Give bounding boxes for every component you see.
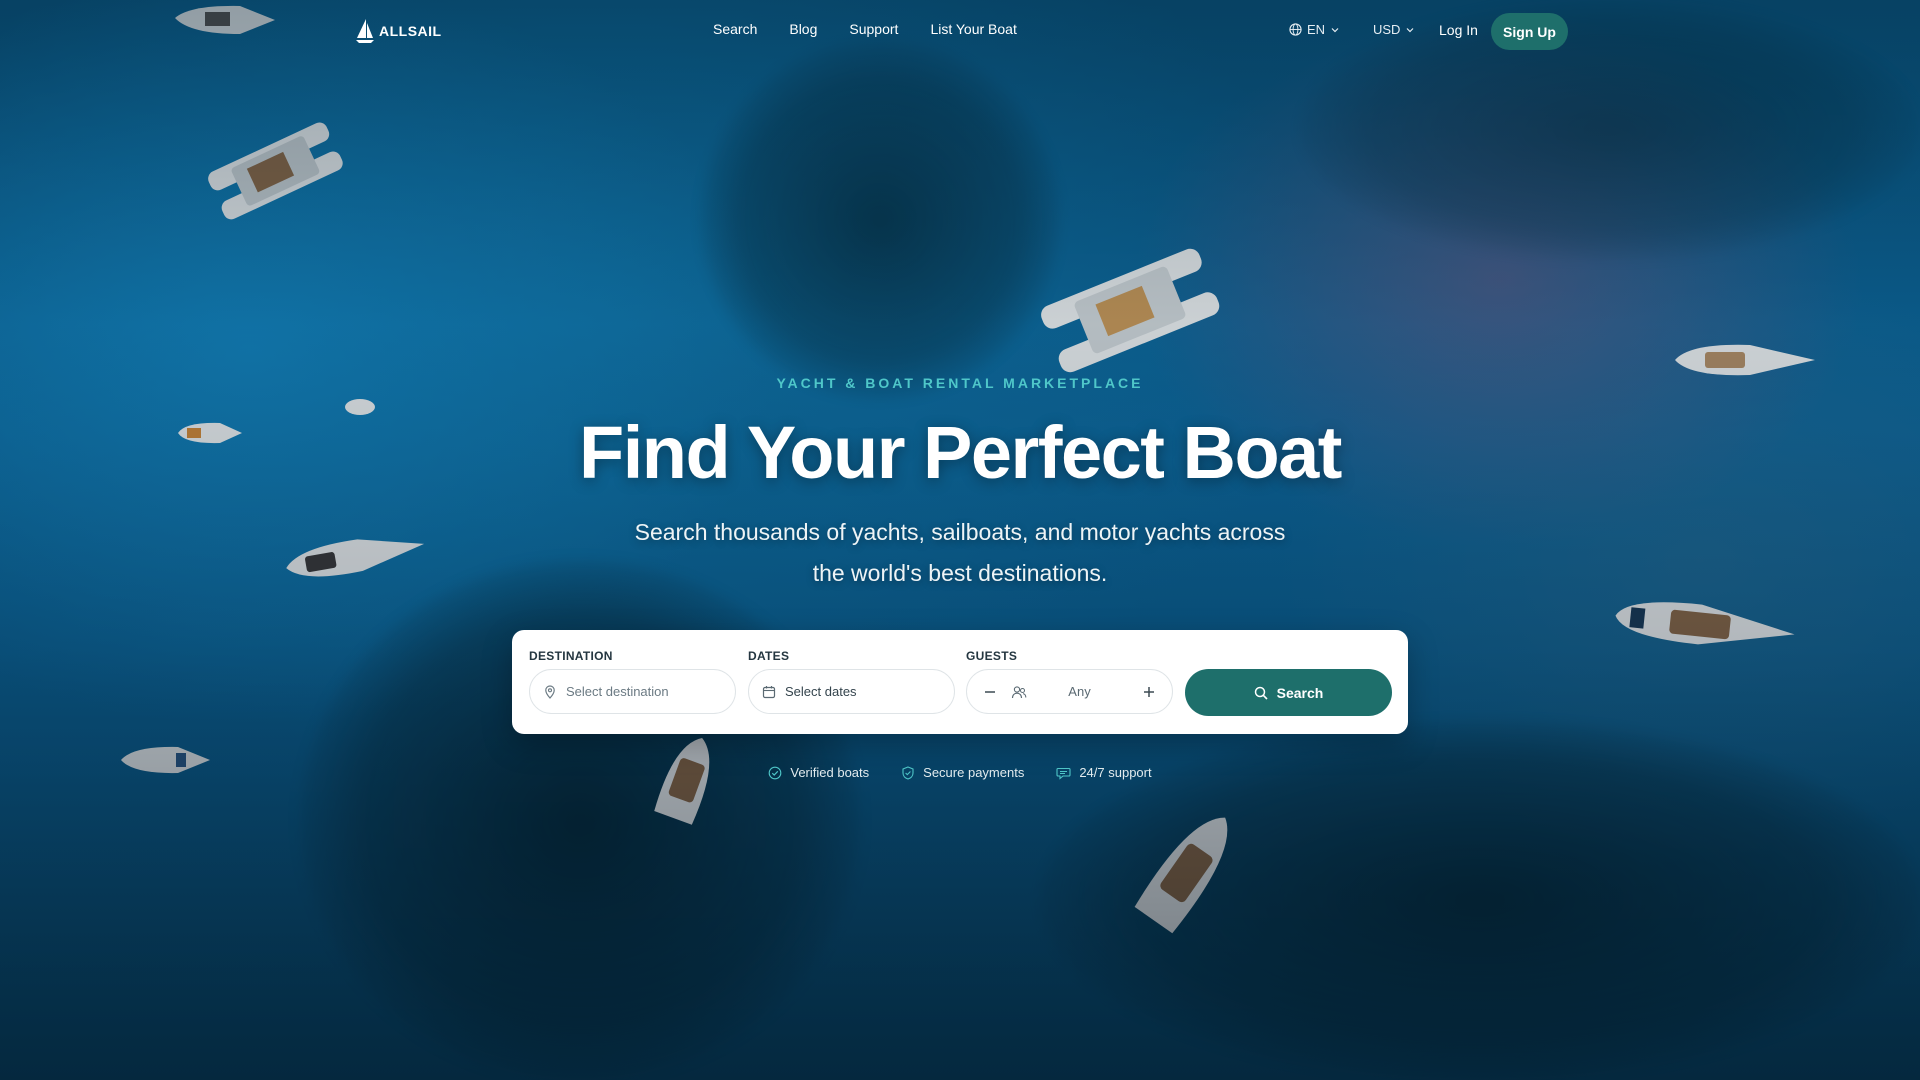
guests-stepper: Any (966, 669, 1173, 714)
shield-check-icon (902, 765, 914, 780)
brand-name: ALLSAIL (379, 23, 442, 39)
badge-label: Secure payments (923, 765, 1025, 780)
search-panel: DESTINATION Select destination DATES Sel… (512, 630, 1408, 734)
main-nav: Search Blog Support List Your Boat (713, 21, 1017, 37)
dates-value: Select dates (785, 684, 857, 699)
minus-icon (985, 690, 995, 693)
hero-subtitle: Search thousands of yachts, sailboats, a… (634, 519, 1286, 586)
login-link[interactable]: Log In (1439, 22, 1478, 38)
badge-label: Verified boats (790, 765, 870, 780)
sail-logo-icon (356, 19, 374, 43)
signup-button[interactable]: Sign Up (1491, 13, 1568, 50)
badge-verified-boats: Verified boats (768, 765, 869, 780)
nav-link-support[interactable]: Support (849, 21, 898, 37)
nav-link-blog[interactable]: Blog (789, 21, 817, 37)
currency-selector[interactable]: USD (1373, 22, 1415, 37)
search-button-label: Search (1276, 684, 1324, 701)
language-value: EN (1307, 22, 1326, 37)
check-circle-icon (769, 766, 782, 779)
destination-field[interactable]: Select destination (529, 669, 736, 714)
language-selector[interactable]: EN (1289, 22, 1340, 37)
people-icon (1011, 685, 1027, 699)
badge-label: 24/7 support (1079, 765, 1152, 780)
destination-placeholder: Select destination (566, 684, 669, 699)
badge-secure-payments: Secure payments (901, 765, 1024, 780)
guests-increment-button[interactable] (1132, 675, 1166, 709)
chevron-down-icon (1331, 27, 1339, 32)
plus-icon (1144, 686, 1154, 697)
nav-link-search[interactable]: Search (713, 21, 757, 37)
destination-label: DESTINATION (529, 649, 613, 663)
top-navigation-bar: ALLSAIL Search Blog Support List Your Bo… (0, 0, 1920, 62)
chevron-down-icon (1407, 27, 1414, 32)
calendar-icon (762, 685, 776, 699)
nav-link-list-your-boat[interactable]: List Your Boat (930, 21, 1016, 37)
search-submit-button[interactable]: Search (1185, 669, 1392, 716)
search-icon (1254, 686, 1268, 700)
chat-icon (1056, 767, 1071, 780)
badge-support: 24/7 support (1056, 765, 1152, 780)
currency-value: USD (1373, 22, 1401, 37)
location-pin-icon (543, 684, 557, 699)
dates-field[interactable]: Select dates (748, 669, 955, 714)
dates-label: DATES (748, 649, 790, 663)
guests-label: GUESTS (966, 649, 1018, 663)
brand-logo[interactable]: ALLSAIL (355, 18, 442, 44)
globe-icon (1289, 23, 1302, 36)
hero-eyebrow: YACHT & BOAT RENTAL MARKETPLACE (776, 375, 1144, 391)
guests-decrement-button[interactable] (973, 675, 1007, 709)
hero-title: Find Your Perfect Boat (579, 411, 1342, 494)
trust-badges: Verified boats Secure payments 24/7 supp… (0, 765, 1920, 780)
guests-value: Any (1068, 684, 1091, 699)
